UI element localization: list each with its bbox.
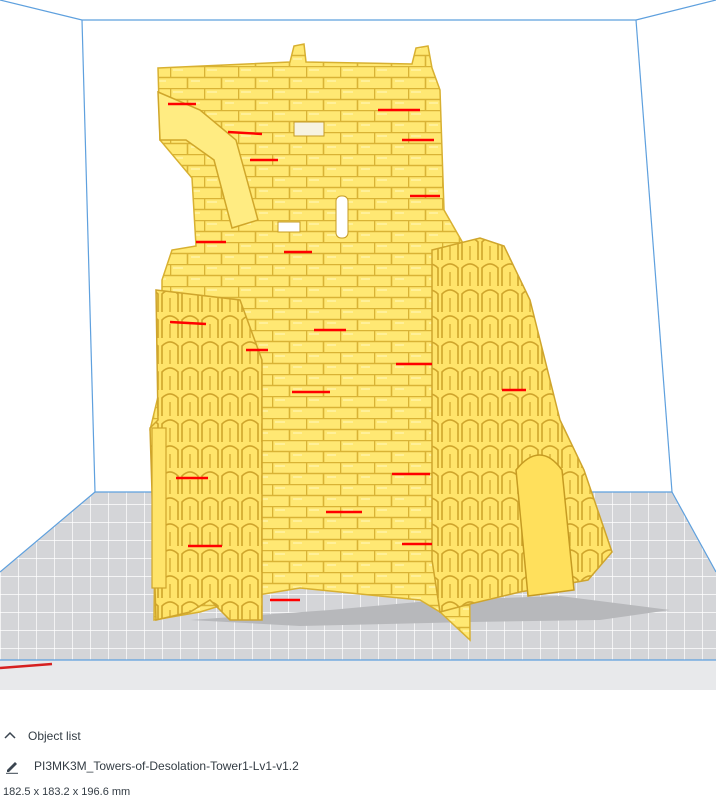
object-list-panel: Object list PI3MK3M_Towers-of-Desolation… — [0, 700, 716, 806]
object-list-label: Object list — [28, 729, 81, 743]
object-dimensions: 182.5 x 183.2 x 196.6 mm — [3, 786, 131, 798]
object-name: PI3MK3M_Towers-of-Desolation-Tower1-Lv1-… — [34, 759, 299, 773]
pencil-icon[interactable] — [4, 758, 20, 774]
build-plate-shadow — [0, 660, 716, 690]
object-list-item[interactable]: PI3MK3M_Towers-of-Desolation-Tower1-Lv1-… — [4, 754, 299, 778]
object-list-toggle[interactable]: Object list — [2, 724, 81, 748]
chevron-up-icon[interactable] — [2, 728, 18, 744]
scene[interactable] — [0, 0, 716, 700]
3d-viewport[interactable] — [0, 0, 716, 700]
